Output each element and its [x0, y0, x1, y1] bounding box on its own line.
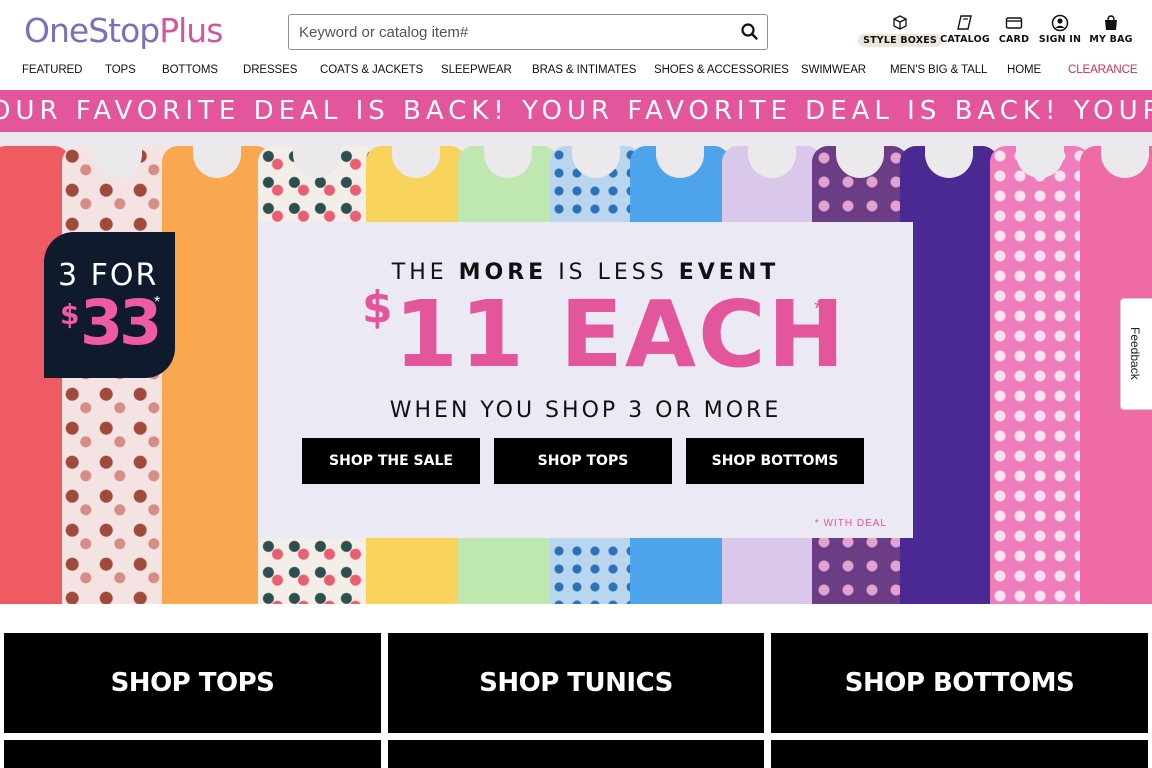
- catalog-link[interactable]: CATALOG: [940, 14, 990, 48]
- site-logo[interactable]: OneStopPlus: [24, 10, 223, 52]
- with-deal-note: * WITH DEAL: [814, 518, 887, 529]
- nav-item-swimwear[interactable]: SWIMWEAR: [801, 64, 866, 76]
- sign-in-label: SIGN IN: [1038, 34, 1082, 45]
- nav-item-shoes-accessories[interactable]: SHOES & ACCESSORIES: [654, 64, 789, 76]
- badge-asterisk: *: [154, 294, 161, 311]
- search-button[interactable]: [739, 21, 761, 43]
- catalog-icon: [957, 15, 972, 30]
- shop-bottoms-tile[interactable]: SHOP BOTTOMS: [771, 633, 1148, 733]
- style-boxes-link[interactable]: STYLE BOXES: [858, 14, 942, 48]
- nav-item-dresses[interactable]: DRESSES: [243, 64, 297, 76]
- search-input[interactable]: [299, 15, 729, 49]
- main-nav: FEATURED TOPS BOTTOMS DRESSES COATS & JA…: [0, 58, 1152, 84]
- search-icon: [741, 23, 758, 40]
- site-header: OneStopPlus STYLE BOXES CATALOG CARD SIG…: [0, 0, 1152, 58]
- garment-image: [990, 144, 1090, 604]
- category-tile[interactable]: [388, 740, 764, 768]
- promo-marquee-banner[interactable]: OUR FAVORITE DEAL IS BACK! YOUR FAVORITE…: [0, 90, 1152, 132]
- garment-image: [162, 144, 272, 604]
- category-tile[interactable]: [4, 740, 381, 768]
- nav-item-home[interactable]: HOME: [1007, 64, 1041, 76]
- badge-dollar-sign: $: [60, 298, 80, 331]
- search-box: [288, 14, 768, 50]
- nav-item-mens-big-tall[interactable]: MEN'S BIG & TALL: [890, 64, 987, 76]
- shop-tops-button[interactable]: SHOP TOPS: [494, 438, 672, 484]
- promo-panel: THE MORE IS LESS EVENT $ 11 EACH * WHEN …: [258, 222, 913, 538]
- user-icon: [1051, 14, 1069, 32]
- shop-tops-tile[interactable]: SHOP TOPS: [4, 633, 381, 733]
- sign-in-link[interactable]: SIGN IN: [1038, 14, 1082, 48]
- nav-item-bras-intimates[interactable]: BRAS & INTIMATES: [532, 64, 636, 76]
- category-tile[interactable]: [771, 740, 1148, 768]
- nav-item-coats-jackets[interactable]: COATS & JACKETS: [320, 64, 423, 76]
- feedback-tab[interactable]: Feedback: [1120, 298, 1152, 410]
- my-bag-link[interactable]: MY BAG: [1089, 14, 1133, 48]
- nav-item-sleepwear[interactable]: SLEEPWEAR: [441, 64, 512, 76]
- badge-price: 33: [80, 286, 162, 359]
- card-link[interactable]: CARD: [998, 14, 1030, 48]
- feedback-label: Feedback: [1128, 327, 1142, 380]
- headline-dollar-sign: $: [362, 282, 393, 333]
- shop-the-sale-button[interactable]: SHOP THE SALE: [302, 438, 480, 484]
- marquee-text: OUR FAVORITE DEAL IS BACK! YOUR FAVORITE…: [0, 96, 1152, 126]
- nav-item-featured[interactable]: FEATURED: [22, 64, 82, 76]
- garment-image: [900, 144, 998, 604]
- shop-tunics-tile[interactable]: SHOP TUNICS: [388, 633, 764, 733]
- box-icon: [893, 15, 907, 30]
- card-label: CARD: [998, 34, 1030, 45]
- nav-item-bottoms[interactable]: BOTTOMS: [162, 64, 218, 76]
- style-boxes-label: STYLE BOXES: [858, 34, 942, 47]
- headline-asterisk: *: [814, 296, 823, 321]
- hero-banner[interactable]: 3 FOR $ 33 * THE MORE IS LESS EVENT $ 11…: [0, 132, 1152, 604]
- my-bag-label: MY BAG: [1089, 34, 1133, 45]
- logo-text-onestop: OneStop: [24, 11, 160, 50]
- shop-bottoms-button[interactable]: SHOP BOTTOMS: [686, 438, 864, 484]
- catalog-label: CATALOG: [940, 34, 990, 45]
- price-headline: 11 EACH: [394, 281, 847, 388]
- promo-subtitle: WHEN YOU SHOP 3 OR MORE: [389, 398, 782, 423]
- nav-item-clearance[interactable]: CLEARANCE: [1068, 64, 1138, 76]
- logo-text-plus: Plus: [159, 11, 223, 50]
- card-icon: [1005, 17, 1023, 29]
- bag-icon: [1105, 15, 1117, 30]
- nav-item-tops[interactable]: TOPS: [105, 64, 136, 76]
- three-for-33-badge: 3 FOR $ 33 *: [44, 232, 175, 378]
